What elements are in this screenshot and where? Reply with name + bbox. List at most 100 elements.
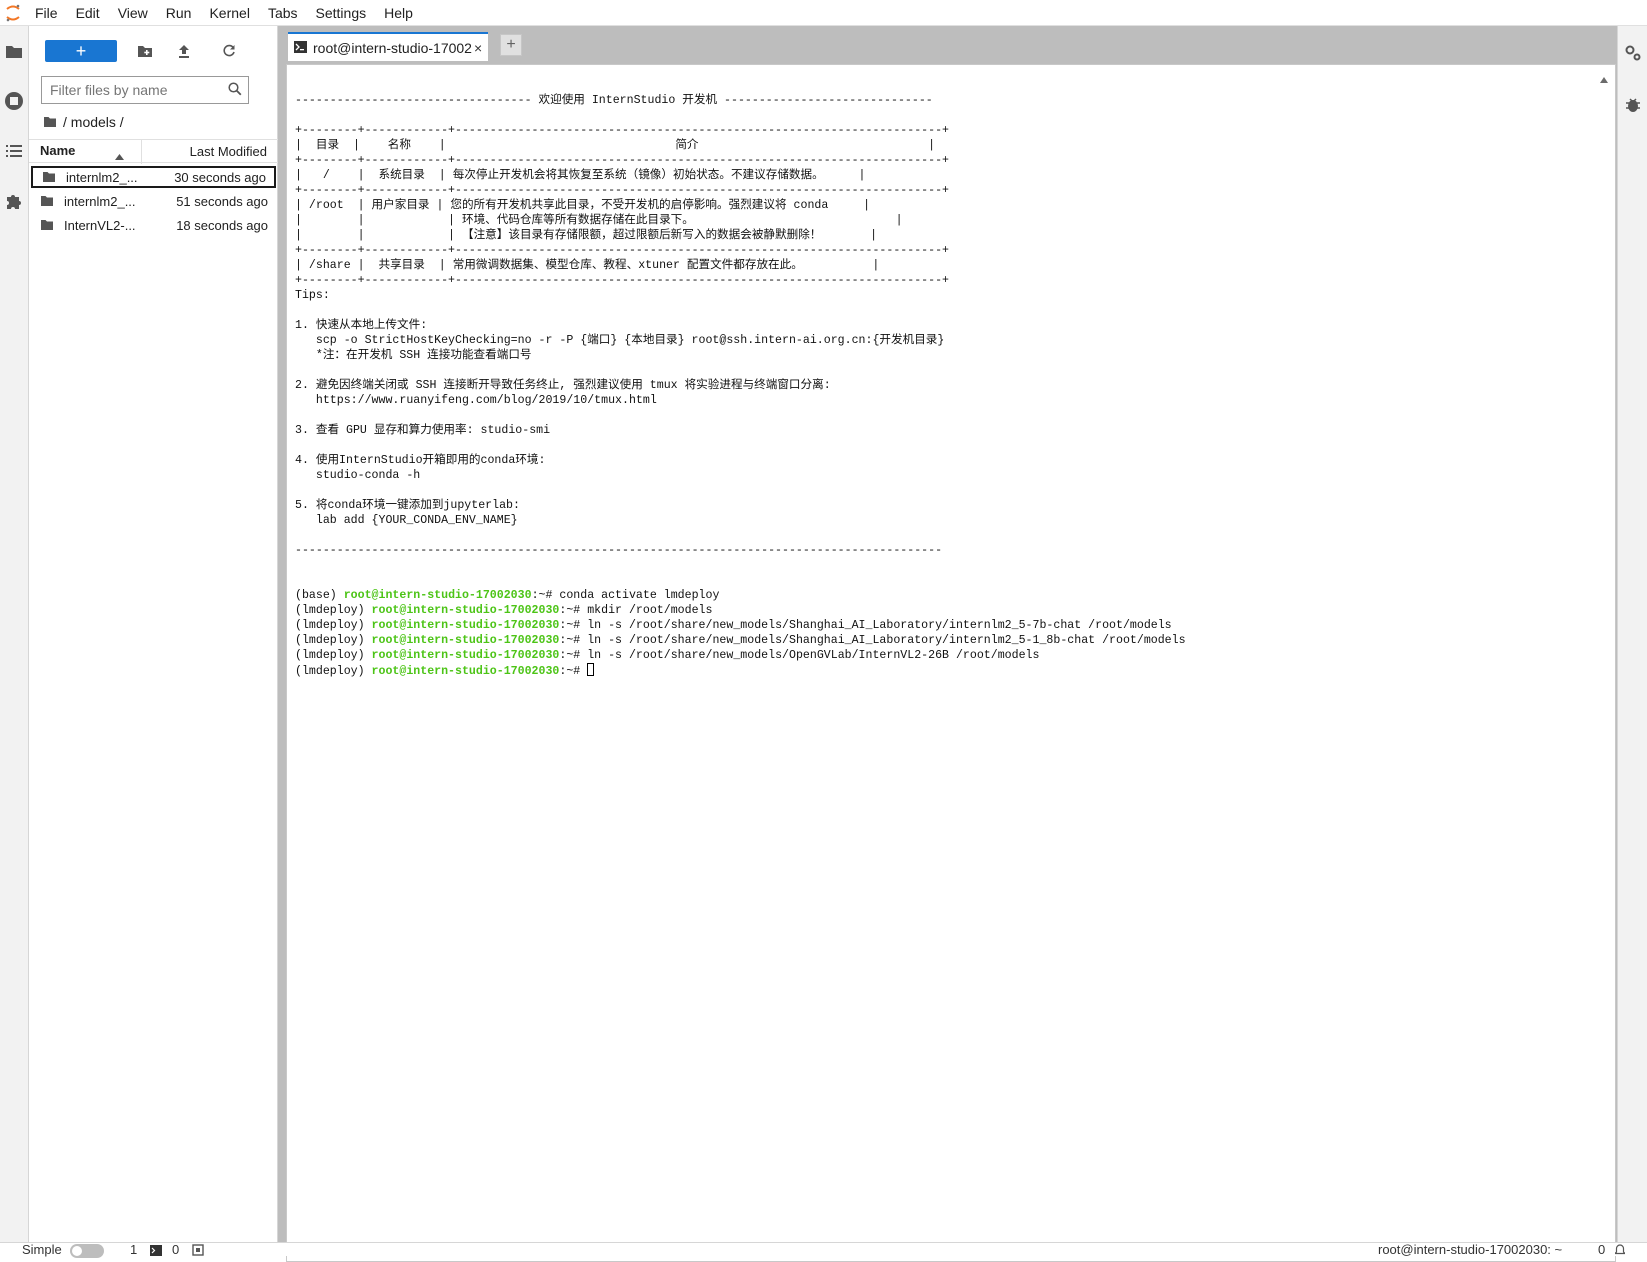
command-text: ln -s /root/share/new_models/OpenGVLab/I… [580, 649, 1040, 662]
file-name: InternVL2-... [64, 217, 136, 233]
prompt-env: (lmdeploy) [295, 604, 372, 617]
terminal-line: | /root | 用户家目录 | 您的所有开发机共享此目录，不受开发机的启停影… [295, 199, 871, 212]
terminal-line: *注：在开发机 SSH 连接功能查看端口号 [295, 349, 532, 362]
terminal-icon [294, 40, 307, 56]
menu-settings[interactable]: Settings [307, 0, 376, 26]
prompt-env: (lmdeploy) [295, 634, 372, 647]
column-divider[interactable] [141, 140, 142, 164]
right-sidebar [1617, 26, 1647, 1242]
command-text: mkdir /root/models [580, 604, 713, 617]
new-launcher-button[interactable]: + [45, 40, 117, 62]
menu-view[interactable]: View [109, 0, 157, 26]
add-tab-button[interactable]: + [500, 34, 522, 56]
terminal-command-line: (lmdeploy) root@intern-studio-17002030:~… [295, 648, 1186, 663]
terminal-line: +--------+------------+-----------------… [295, 184, 949, 197]
running-icon[interactable] [3, 90, 25, 112]
breadcrumb-path[interactable]: / models / [63, 114, 124, 130]
terminal-line: lab add {YOUR_CONDA_ENV_NAME} [295, 514, 518, 527]
home-folder-icon[interactable] [43, 116, 57, 128]
terminal-line: 4. 使用InternStudio开箱即用的conda环境: [295, 454, 546, 467]
folder-icon [42, 171, 58, 183]
trust-icon [192, 1244, 204, 1260]
prompt-host: root@intern-studio-17002030 [371, 649, 560, 662]
file-row[interactable]: internlm2_... 30 seconds ago [31, 166, 276, 188]
debugger-icon[interactable] [1622, 94, 1644, 116]
menu-help[interactable]: Help [375, 0, 422, 26]
folder-icon[interactable] [3, 40, 25, 62]
menu-kernel[interactable]: Kernel [200, 0, 258, 26]
sort-ascending-icon [115, 148, 124, 163]
file-row[interactable]: internlm2_... 51 seconds ago [31, 190, 276, 212]
file-list-header: Name Last Modified [29, 139, 278, 164]
prompt-path: :~# [559, 604, 581, 617]
vertical-scrollbar[interactable] [1599, 75, 1609, 1251]
terminal-line: +--------+------------+-----------------… [295, 154, 949, 167]
file-browser-toolbar: + [29, 38, 278, 64]
menu-bar: File Edit View Run Kernel Tabs Settings … [0, 0, 1647, 26]
terminal-command-line: (lmdeploy) root@intern-studio-17002030:~… [295, 603, 1186, 618]
terminal-line: | | | 【注意】该目录有存储限额，超过限额后新写入的数据会被静默删除！ | [295, 229, 878, 242]
close-icon[interactable]: × [474, 40, 482, 56]
new-folder-icon[interactable] [134, 40, 156, 62]
main-area: root@intern-studio-17002 × + -----------… [278, 26, 1617, 1262]
command-text: conda activate lmdeploy [552, 589, 720, 602]
file-name: internlm2_... [66, 169, 138, 185]
breadcrumb: / models / [43, 112, 124, 132]
terminal-panel[interactable]: ---------------------------------- 欢迎使用 … [286, 64, 1616, 1262]
column-modified-header[interactable]: Last Modified [190, 144, 267, 159]
terminal-output[interactable]: ---------------------------------- 欢迎使用 … [295, 93, 1186, 679]
filter-files-box [41, 76, 249, 104]
file-browser: + / models / Name Last Modified internlm… [29, 26, 278, 1242]
prompt-path: :~# [531, 589, 553, 602]
prompt-host: root@intern-studio-17002030 [371, 619, 560, 632]
toc-icon[interactable] [3, 140, 25, 162]
terminal-command-line: (lmdeploy) root@intern-studio-17002030:~… [295, 618, 1186, 633]
terminal-line: 5. 将conda环境一键添加到jupyterlab: [295, 499, 520, 512]
file-modified: 30 seconds ago [174, 169, 266, 185]
prompt-env: (lmdeploy) [295, 619, 372, 632]
terminal-line: ----------------------------------------… [295, 544, 943, 557]
terminal-line: 3. 查看 GPU 显存和算力使用率: studio-smi [295, 424, 551, 437]
terminal-line: +--------+------------+-----------------… [295, 274, 949, 287]
prompt-path: :~# [559, 665, 581, 678]
bell-icon[interactable] [1613, 1244, 1627, 1260]
upload-icon[interactable] [173, 40, 195, 62]
prompt-path: :~# [559, 619, 581, 632]
menu-run[interactable]: Run [157, 0, 201, 26]
prompt-path: :~# [559, 649, 581, 662]
refresh-icon[interactable] [218, 40, 240, 62]
extension-icon[interactable] [3, 190, 25, 212]
search-icon [228, 82, 242, 99]
file-modified: 18 seconds ago [176, 217, 268, 233]
column-name-header[interactable]: Name [40, 143, 75, 158]
terminal-line: | / | 系统目录 | 每次停止开发机会将其恢复至系统（镜像）初始状态。不建议… [295, 169, 866, 182]
prompt-host: root@intern-studio-17002030 [343, 589, 532, 602]
terminal-icon [150, 1244, 162, 1260]
terminal-line: | /share | 共享目录 | 常用微调数据集、模型仓库、教程、xtuner… [295, 259, 880, 272]
command-text [580, 665, 587, 678]
filter-files-input[interactable] [42, 77, 212, 103]
terminal-line: 1. 快速从本地上传文件: [295, 319, 428, 332]
terminal-line: ---------------------------------- 欢迎使用 … [295, 94, 933, 107]
terminal-line: https://www.ruanyifeng.com/blog/2019/10/… [295, 394, 657, 407]
file-row[interactable]: InternVL2-... 18 seconds ago [31, 214, 276, 236]
property-inspector-icon[interactable] [1622, 42, 1644, 64]
prompt-host: root@intern-studio-17002030 [371, 604, 560, 617]
menu-file[interactable]: File [26, 0, 67, 26]
command-text: ln -s /root/share/new_models/Shanghai_AI… [580, 634, 1186, 647]
tab-terminal[interactable]: root@intern-studio-17002 × [288, 32, 488, 61]
terminal-command-line: (lmdeploy) root@intern-studio-17002030:~… [295, 633, 1186, 648]
terminal-command-line: (lmdeploy) root@intern-studio-17002030:~… [295, 663, 1186, 679]
menu-tabs[interactable]: Tabs [259, 0, 307, 26]
prompt-env: (lmdeploy) [295, 665, 372, 678]
terminal-line: scp -o StrictHostKeyChecking=no -r -P {端… [295, 334, 945, 347]
menu-edit[interactable]: Edit [67, 0, 109, 26]
